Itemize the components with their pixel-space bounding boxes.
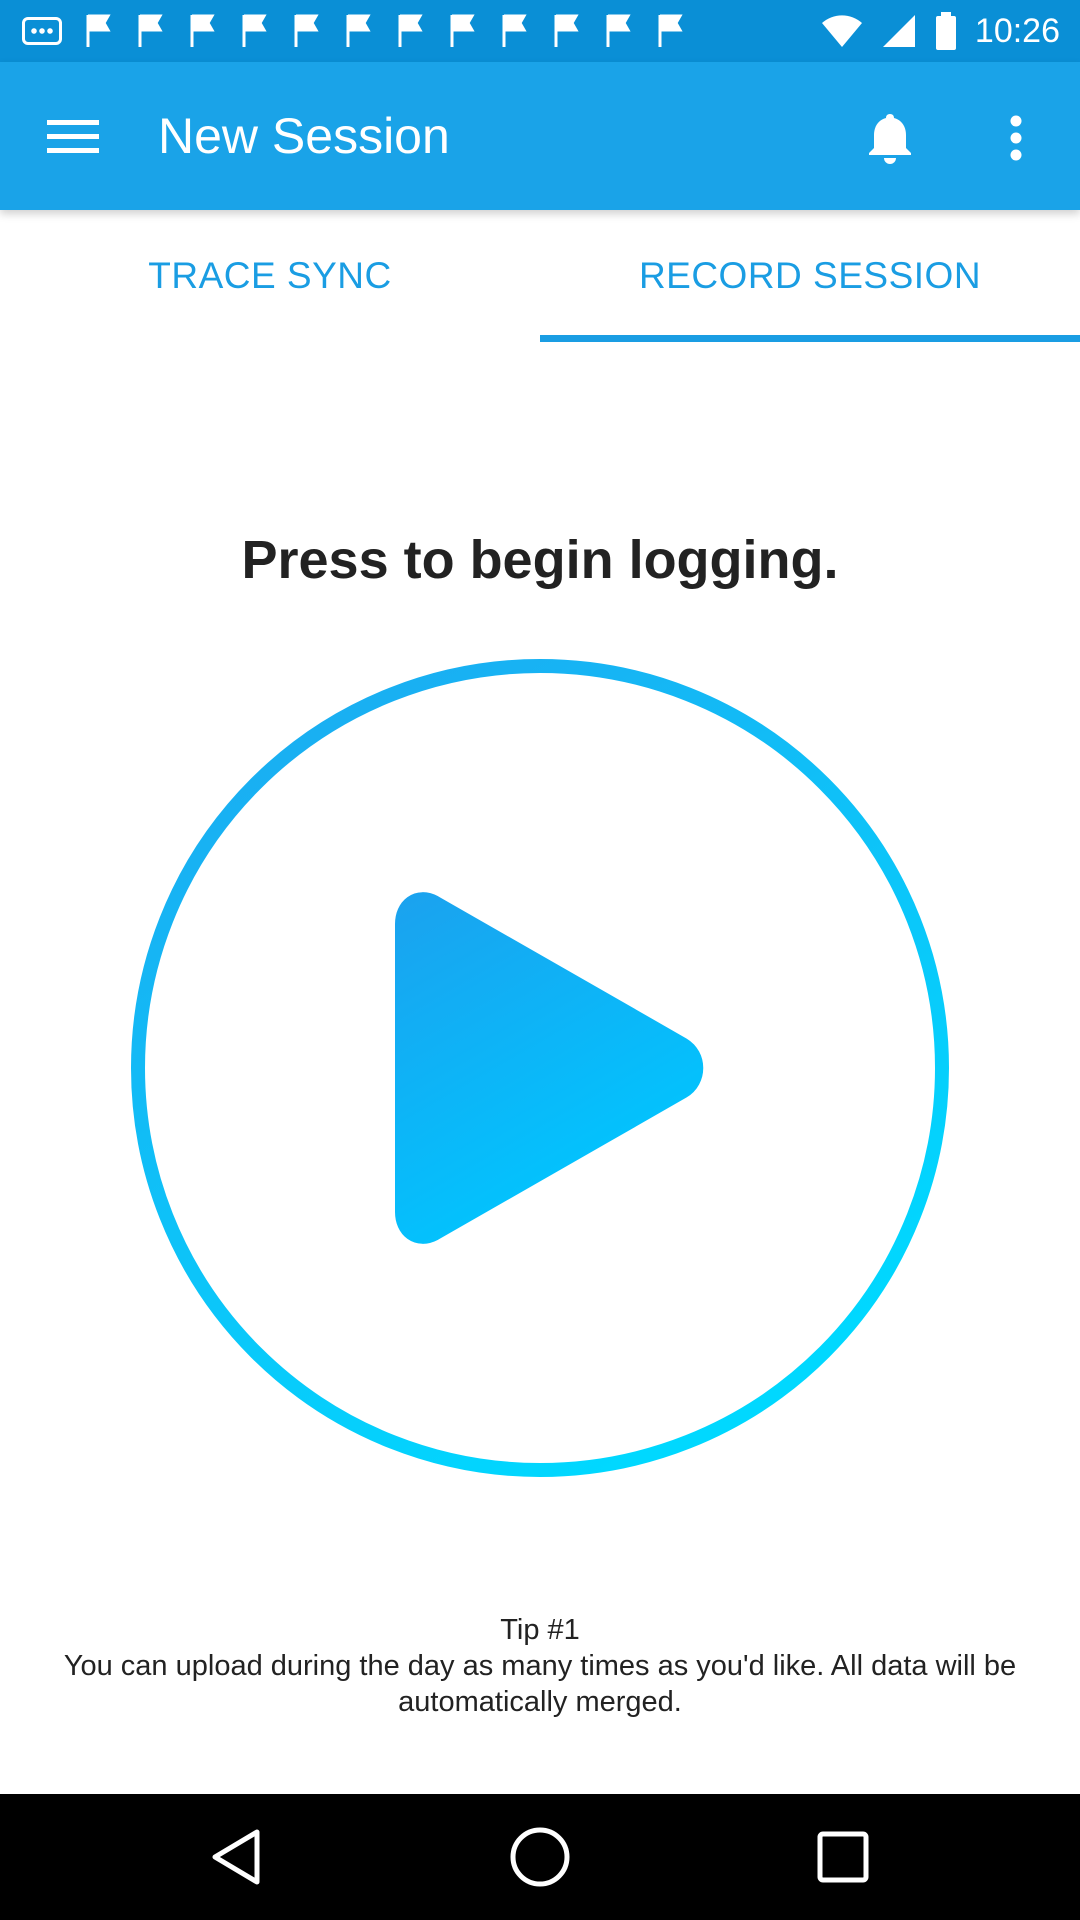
tab-label: TRACE SYNC [148, 255, 392, 296]
tip-text: Tip #1 You can upload during the day as … [20, 1612, 1060, 1720]
navigation-bar [0, 1794, 1080, 1920]
flag-icon [138, 14, 163, 47]
notification-icons [22, 10, 686, 52]
message-icon [22, 17, 62, 45]
recents-button[interactable] [808, 1822, 878, 1892]
back-button[interactable] [202, 1822, 272, 1892]
battery-icon [935, 12, 956, 50]
selected-tab-indicator [540, 335, 1080, 342]
notifications-button[interactable] [852, 100, 928, 176]
back-icon [212, 1829, 260, 1885]
more-options-button[interactable] [978, 100, 1054, 176]
flag-icon [502, 14, 527, 47]
app-bar: New Session [0, 62, 1080, 210]
home-icon [510, 1827, 570, 1887]
instruction-text: Press to begin logging. [241, 530, 839, 590]
tip-title: Tip #1 [500, 1614, 580, 1646]
flag-icon [242, 14, 267, 47]
hamburger-menu-icon [47, 120, 99, 153]
wifi-icon [821, 15, 862, 48]
recents-icon [817, 1831, 869, 1883]
flag-icon [190, 14, 215, 47]
menu-button[interactable] [28, 102, 118, 172]
play-icon [131, 659, 949, 1477]
flag-icon [346, 14, 371, 47]
signal-icon [882, 15, 915, 47]
tab-bar: TRACE SYNC RECORD SESSION [0, 210, 1080, 342]
flag-icon [294, 14, 319, 47]
system-icons: 10:26 [821, 8, 1060, 54]
tip-body: You can upload during the day as many ti… [63, 1650, 1017, 1718]
more-vertical-icon [1010, 115, 1022, 161]
flag-icon [398, 14, 423, 47]
start-logging-button[interactable] [128, 656, 952, 1480]
tab-label: RECORD SESSION [638, 255, 982, 296]
home-button[interactable] [505, 1822, 575, 1892]
page-title: New Session [158, 108, 450, 164]
flag-icon [86, 14, 111, 47]
flag-icon [658, 14, 683, 47]
flag-icon [450, 14, 475, 47]
screen: 10:26 New Session TRACE SYNC RECORD SESS… [0, 0, 1080, 1920]
status-time: 10:26 [974, 11, 1060, 50]
flag-icon [554, 14, 579, 47]
status-bar: 10:26 [0, 0, 1080, 62]
tab-trace-sync[interactable]: TRACE SYNC [0, 210, 540, 342]
bell-icon [869, 114, 911, 164]
flag-icon [606, 14, 631, 47]
tab-record-session[interactable]: RECORD SESSION [540, 210, 1080, 342]
